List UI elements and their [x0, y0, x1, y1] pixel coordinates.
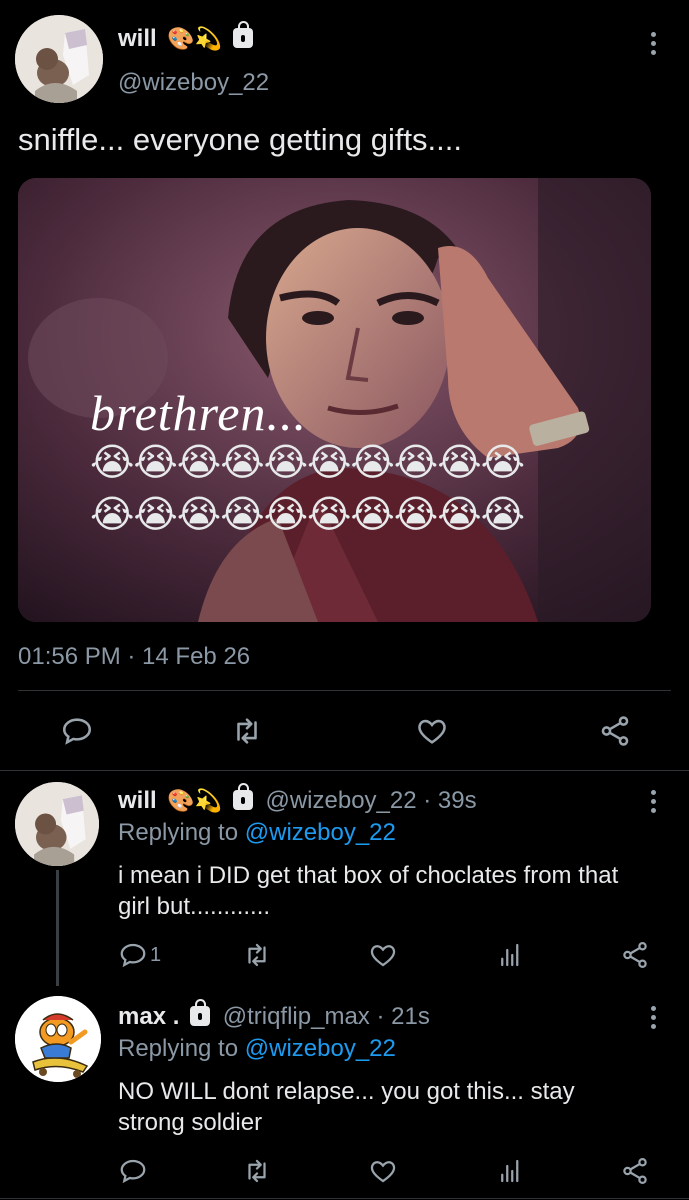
retweet-button[interactable]: [230, 714, 264, 748]
lock-icon: [232, 21, 253, 48]
profile-badge-emojis: 🎨💫: [167, 789, 223, 814]
handle-and-time[interactable]: @wizeboy_22 · 39s: [265, 787, 476, 814]
retweet-icon: [237, 718, 257, 744]
profile-badge-emojis: 🎨💫: [167, 27, 223, 52]
avatar[interactable]: [15, 15, 103, 103]
like-button[interactable]: [415, 714, 449, 748]
tweet-image[interactable]: brethren... 😭😭😭😭😭😭😭😭😭😭 😭😭😭😭😭😭😭😭😭😭: [18, 178, 651, 622]
replying-to-handle[interactable]: @wizeboy_22: [245, 1035, 396, 1062]
retweet-button[interactable]: [242, 940, 272, 970]
replying-to-handle[interactable]: @wizeboy_22: [245, 819, 396, 846]
reply-icon: [120, 1159, 146, 1184]
retweet-icon: [248, 943, 266, 967]
reply-icon: [120, 943, 146, 968]
reply-button[interactable]: 1: [118, 940, 161, 970]
share-icon: [623, 1158, 647, 1184]
crying-emoji-row: 😭😭😭😭😭😭😭😭😭😭: [90, 440, 525, 484]
thread-line: [56, 870, 59, 986]
share-button[interactable]: [620, 940, 650, 970]
reply-button[interactable]: [60, 714, 94, 748]
display-name[interactable]: will: [118, 25, 157, 52]
more-icon[interactable]: [651, 32, 657, 59]
analytics-icon: [501, 943, 519, 967]
more-icon[interactable]: [651, 1006, 657, 1033]
like-icon: [370, 1161, 396, 1183]
divider: [0, 1198, 689, 1199]
retweet-button[interactable]: [242, 1156, 272, 1186]
like-icon: [418, 719, 446, 744]
lock-icon: [190, 999, 211, 1026]
display-name[interactable]: max .: [118, 1003, 179, 1030]
handle-and-time[interactable]: @triqflip_max · 21s: [223, 1003, 430, 1030]
display-name[interactable]: will: [118, 787, 157, 814]
like-icon: [370, 945, 396, 967]
like-button[interactable]: [368, 1156, 398, 1186]
lock-icon: [232, 783, 253, 810]
reply-count: 1: [150, 943, 162, 966]
handle[interactable]: @wizeboy_22: [118, 68, 269, 98]
timestamp[interactable]: 01:56 PM · 14 Feb 26: [18, 642, 250, 672]
image-caption: brethren...: [90, 385, 307, 441]
more-icon[interactable]: [651, 790, 657, 817]
share-button[interactable]: [620, 1156, 650, 1186]
reply-text: i mean i DID get that box of choclates f…: [118, 862, 619, 920]
share-icon: [601, 716, 629, 746]
share-button[interactable]: [598, 714, 632, 748]
tweet-text: sniffle... everyone getting gifts....: [18, 122, 463, 157]
reply-text: NO WILL dont relapse... you got this... …: [118, 1078, 575, 1136]
avatar-image: [15, 15, 103, 103]
retweet-icon: [248, 1159, 266, 1183]
analytics-icon: [501, 1159, 519, 1183]
replying-to-label: Replying to: [118, 1035, 239, 1062]
avatar-image: [15, 782, 99, 866]
divider: [0, 770, 689, 771]
avatar[interactable]: [15, 996, 101, 1082]
reply-button[interactable]: [118, 1156, 148, 1186]
analytics-button[interactable]: [496, 1156, 526, 1186]
analytics-button[interactable]: [496, 940, 526, 970]
crying-emoji-row: 😭😭😭😭😭😭😭😭😭😭: [90, 492, 525, 536]
replying-to-label: Replying to: [118, 819, 239, 846]
avatar-image: [15, 996, 101, 1082]
like-button[interactable]: [368, 940, 398, 970]
divider: [18, 690, 671, 691]
share-icon: [623, 942, 647, 968]
avatar[interactable]: [15, 782, 99, 866]
reply-icon: [62, 718, 92, 745]
